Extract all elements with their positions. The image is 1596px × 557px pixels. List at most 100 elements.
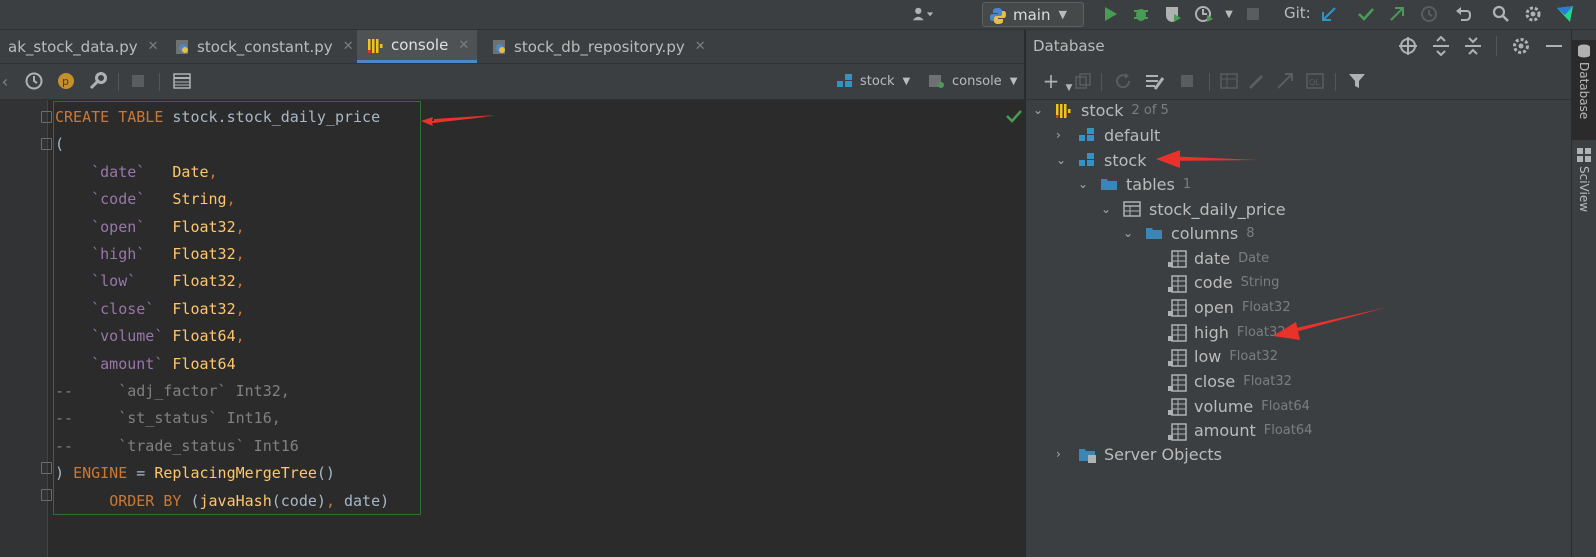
fold-marker-icon[interactable] [41, 489, 52, 501]
tree-node-column[interactable]: high Float32 [1168, 320, 1286, 344]
tree-node-column[interactable]: low Float32 [1168, 345, 1278, 369]
tree-node-table[interactable]: ⌄ stock_daily_price [1101, 197, 1286, 221]
code-line[interactable]: -- `adj_factor` Int32, [55, 378, 290, 405]
tab-ak-stock-data[interactable]: ak_stock_data.py ✕ [0, 30, 160, 63]
tab-stock-constant[interactable]: stock_constant.py ✕ [170, 30, 356, 63]
tree-node-schema-default[interactable]: › default [1056, 123, 1160, 147]
tree-node-column[interactable]: close Float32 [1168, 370, 1292, 394]
close-icon[interactable]: ✕ [343, 39, 354, 54]
chevron-down-icon: ▼ [902, 75, 911, 87]
wrench-icon[interactable] [88, 71, 108, 91]
chevron-down-icon[interactable]: ⌄ [1123, 226, 1137, 240]
stop-icon[interactable] [1177, 71, 1197, 91]
code-line[interactable]: `close` Float32, [55, 296, 245, 323]
table-icon [1123, 201, 1141, 217]
schema-settings-icon[interactable] [1145, 71, 1165, 91]
schema-icon [1078, 152, 1096, 168]
search-icon[interactable] [1490, 3, 1512, 25]
settings-gear-icon[interactable] [1522, 3, 1544, 25]
tree-node-column[interactable]: volume Float64 [1168, 394, 1310, 418]
tree-node-column[interactable]: date Date [1168, 246, 1269, 270]
git-commit-icon[interactable] [1355, 3, 1377, 25]
jump-to-icon[interactable] [1275, 71, 1295, 91]
refresh-icon[interactable] [1113, 71, 1133, 91]
chevron-right-icon[interactable]: › [1056, 128, 1070, 142]
tree-node-columns[interactable]: ⌄ columns 8 [1123, 221, 1255, 245]
sciview-strip-button[interactable]: SciView [1572, 146, 1596, 236]
code-line[interactable]: -- `trade_status` Int16 [55, 433, 299, 460]
tree-node-column[interactable]: code String [1168, 271, 1279, 295]
tab-stock-db-repository[interactable]: stock_db_repository.py ✕ [488, 30, 708, 63]
toolbar-divider [1335, 73, 1336, 91]
code-line[interactable]: `volume` Float64, [55, 323, 245, 350]
stop-icon[interactable] [128, 71, 148, 91]
schema-select-label: stock [860, 73, 895, 89]
python-file-icon [492, 39, 508, 55]
tree-node-root-stock[interactable]: ⌄ stock 2 of 5 [1033, 98, 1169, 122]
coverage-icon[interactable] [1162, 3, 1184, 25]
run-icon[interactable] [1100, 3, 1122, 25]
collapse-all-icon[interactable] [1464, 36, 1482, 56]
transaction-mode-icon[interactable]: p [56, 71, 76, 91]
minimize-icon[interactable] [1545, 36, 1563, 56]
table-view-icon[interactable] [172, 71, 192, 91]
tab-console[interactable]: console ✕ [357, 30, 477, 63]
profile-icon[interactable] [1194, 3, 1216, 25]
tree-node-column[interactable]: amount Float64 [1168, 419, 1312, 443]
duplicate-icon[interactable] [1073, 71, 1093, 91]
python-file-icon [175, 39, 191, 55]
chevron-down-icon[interactable]: ⌄ [1033, 103, 1047, 117]
git-update-icon[interactable] [1318, 3, 1340, 25]
database-strip-button[interactable]: Database [1572, 40, 1596, 140]
code-line[interactable]: `high` Float32, [55, 241, 245, 268]
sciview-strip-label: SciView [1577, 166, 1591, 213]
edit-pencil-icon[interactable] [1247, 71, 1267, 91]
code-line[interactable]: ) ENGINE = ReplacingMergeTree() [55, 460, 335, 487]
chevron-down-icon[interactable]: ⌄ [1056, 153, 1070, 167]
git-push-icon[interactable] [1386, 3, 1408, 25]
fold-marker-icon[interactable] [41, 462, 52, 474]
tree-node-tables[interactable]: ⌄ tables 1 [1078, 172, 1191, 196]
tree-node-schema-stock[interactable]: ⌄ stock [1056, 148, 1146, 172]
code-line[interactable]: `amount` Float64 [55, 351, 236, 378]
history-clock-icon[interactable] [24, 71, 44, 91]
ide-logo-icon[interactable] [1554, 3, 1576, 25]
chevron-right-icon[interactable]: › [1056, 447, 1070, 461]
locate-icon[interactable] [1398, 36, 1418, 56]
code-line[interactable]: ( [55, 131, 64, 158]
chevron-down-icon[interactable]: ⌄ [1078, 177, 1092, 191]
code-line[interactable]: `code` String, [55, 186, 236, 213]
schema-select[interactable]: stock ▼ [836, 73, 910, 89]
query-console-icon[interactable]: QL [1305, 71, 1325, 91]
tree-node-server-objects[interactable]: › Server Objects [1056, 442, 1222, 466]
add-icon[interactable]: + [1041, 69, 1061, 93]
code-line[interactable]: `open` Float32, [55, 214, 245, 241]
columns-count: 8 [1246, 225, 1255, 241]
stop-icon[interactable] [1242, 3, 1264, 25]
code-line[interactable]: `date` Date, [55, 159, 217, 186]
table-editor-icon[interactable] [1219, 71, 1239, 91]
fold-marker-icon[interactable] [41, 138, 52, 150]
expand-all-icon[interactable] [1432, 36, 1450, 56]
code-line[interactable]: ORDER BY (javaHash(code), date) [55, 488, 389, 515]
close-icon[interactable]: ✕ [458, 38, 469, 53]
more-run-chevron-icon[interactable]: ▼ [1218, 3, 1240, 25]
fold-marker-icon[interactable] [41, 111, 52, 123]
user-icon[interactable] [912, 3, 934, 25]
panel-settings-gear-icon[interactable] [1511, 36, 1531, 56]
filter-icon[interactable] [1347, 71, 1367, 91]
close-icon[interactable]: ✕ [695, 39, 706, 54]
code-line[interactable]: -- `st_status` Int16, [55, 405, 281, 432]
chevron-left-icon[interactable]: ‹ [0, 71, 10, 91]
debug-icon[interactable] [1130, 3, 1152, 25]
column-icon [1168, 398, 1187, 416]
history-icon[interactable] [1418, 3, 1440, 25]
tree-node-column[interactable]: open Float32 [1168, 295, 1291, 319]
console-select[interactable]: console ▼ [928, 73, 1017, 89]
code-line[interactable]: `low` Float32, [55, 268, 245, 295]
run-config-select[interactable]: main ▼ [982, 2, 1084, 27]
close-icon[interactable]: ✕ [148, 39, 159, 54]
code-line[interactable]: CREATE TABLE stock.stock_daily_price [55, 104, 380, 131]
rollback-icon[interactable] [1452, 3, 1474, 25]
chevron-down-icon[interactable]: ⌄ [1101, 202, 1115, 216]
